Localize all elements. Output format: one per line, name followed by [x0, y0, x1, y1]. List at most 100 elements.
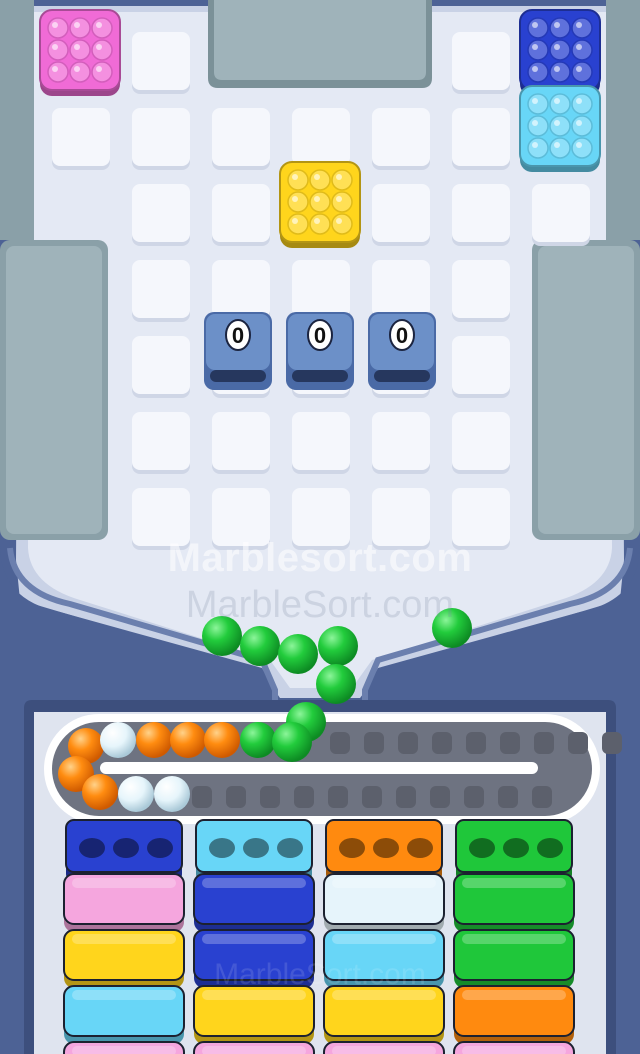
- conveyor-slot: [362, 786, 382, 808]
- cap-hole: [503, 838, 529, 858]
- marble-green: [240, 722, 276, 758]
- marble-green: [202, 616, 242, 656]
- conveyor-slot: [192, 786, 212, 808]
- conveyor-slot: [396, 786, 416, 808]
- tile: [452, 32, 510, 94]
- tile: [132, 336, 190, 398]
- conveyor-slot: [466, 732, 486, 754]
- tile: [132, 488, 190, 550]
- tile: [452, 412, 510, 474]
- conveyor-slot: [432, 732, 452, 754]
- tile: [452, 108, 510, 170]
- marble-block-yellow[interactable]: [279, 161, 361, 248]
- stack-block-green: [453, 929, 575, 988]
- launcher-counter[interactable]: 0: [368, 312, 436, 390]
- conveyor-slot: [364, 732, 384, 754]
- conveyor-slot: [534, 732, 554, 754]
- tile: [372, 488, 430, 550]
- conveyor-slot: [226, 786, 246, 808]
- marble-green: [240, 626, 280, 666]
- tile: [372, 108, 430, 170]
- conveyor-slot: [260, 786, 280, 808]
- launcher-counter[interactable]: 0: [286, 312, 354, 390]
- cap-hole: [537, 838, 563, 858]
- tile: [212, 488, 270, 550]
- cap-hole: [243, 838, 269, 858]
- stack-block-yellow: [323, 985, 445, 1044]
- cap-hole: [339, 838, 365, 858]
- marble-green: [318, 626, 358, 666]
- counter-value: 0: [314, 323, 326, 348]
- marble-block-light-blue[interactable]: [519, 85, 601, 172]
- tile: [132, 260, 190, 322]
- conveyor-slot: [330, 732, 350, 754]
- stack-block-yellow: [63, 929, 185, 988]
- marble-white: [100, 722, 136, 758]
- conveyor-slot: [464, 786, 484, 808]
- tile: [132, 32, 190, 94]
- conveyor-slot: [294, 786, 314, 808]
- cap-hole: [147, 838, 173, 858]
- stack-block-green: [453, 873, 575, 932]
- marble-orange: [136, 722, 172, 758]
- stack-block-pink: [453, 1041, 575, 1054]
- tile: [532, 184, 590, 246]
- marble-block-blue[interactable]: [519, 9, 601, 96]
- marble-white: [118, 776, 154, 812]
- tile: [52, 108, 110, 170]
- cap-hole: [407, 838, 433, 858]
- stack-block-blue: [193, 929, 315, 988]
- conveyor-slot: [500, 732, 520, 754]
- launcher-counter[interactable]: 0: [204, 312, 272, 390]
- marble-orange: [204, 722, 240, 758]
- tile: [212, 108, 270, 170]
- conveyor-slot: [532, 786, 552, 808]
- tile: [132, 412, 190, 474]
- tile: [452, 336, 510, 398]
- cap-hole: [79, 838, 105, 858]
- marble-orange: [170, 722, 206, 758]
- sort-column[interactable]: [193, 819, 315, 1054]
- cap-hole: [277, 838, 303, 858]
- counter-value: 0: [396, 323, 408, 348]
- sort-column[interactable]: [63, 819, 185, 1054]
- stack-block-pink: [323, 1041, 445, 1054]
- tile: [132, 108, 190, 170]
- tile: [452, 260, 510, 322]
- marble-green: [278, 634, 318, 674]
- stack-block-orange: [453, 985, 575, 1044]
- tile: [452, 184, 510, 246]
- tile: [292, 108, 350, 170]
- cap-hole: [209, 838, 235, 858]
- conveyor-slot: [568, 732, 588, 754]
- stack-block-pink: [193, 1041, 315, 1054]
- sort-column[interactable]: [323, 819, 445, 1054]
- tile: [132, 184, 190, 246]
- game-board: 0 0 0: [0, 0, 640, 1054]
- conveyor-slot: [328, 786, 348, 808]
- tile: [212, 184, 270, 246]
- tile: [212, 412, 270, 474]
- stack-block-pink: [63, 1041, 185, 1054]
- marble-green: [272, 722, 312, 762]
- stack-block-blue: [193, 873, 315, 932]
- cap-hole: [113, 838, 139, 858]
- stack-block-yellow: [193, 985, 315, 1044]
- conveyor-slot: [430, 786, 450, 808]
- marble-white: [154, 776, 190, 812]
- marble-green: [432, 608, 472, 648]
- marble-green: [316, 664, 356, 704]
- conveyor-slot: [498, 786, 518, 808]
- tile: [372, 184, 430, 246]
- stack-block-light-blue: [63, 985, 185, 1044]
- tile: [292, 488, 350, 550]
- conveyor-slot: [602, 732, 622, 754]
- sort-column[interactable]: [453, 819, 575, 1054]
- marble-orange: [82, 774, 118, 810]
- tile: [292, 412, 350, 474]
- tile: [372, 412, 430, 474]
- conveyor-slot: [398, 732, 418, 754]
- stack-block-light-blue: [323, 929, 445, 988]
- marble-block-magenta[interactable]: [39, 9, 121, 96]
- tile: [452, 488, 510, 550]
